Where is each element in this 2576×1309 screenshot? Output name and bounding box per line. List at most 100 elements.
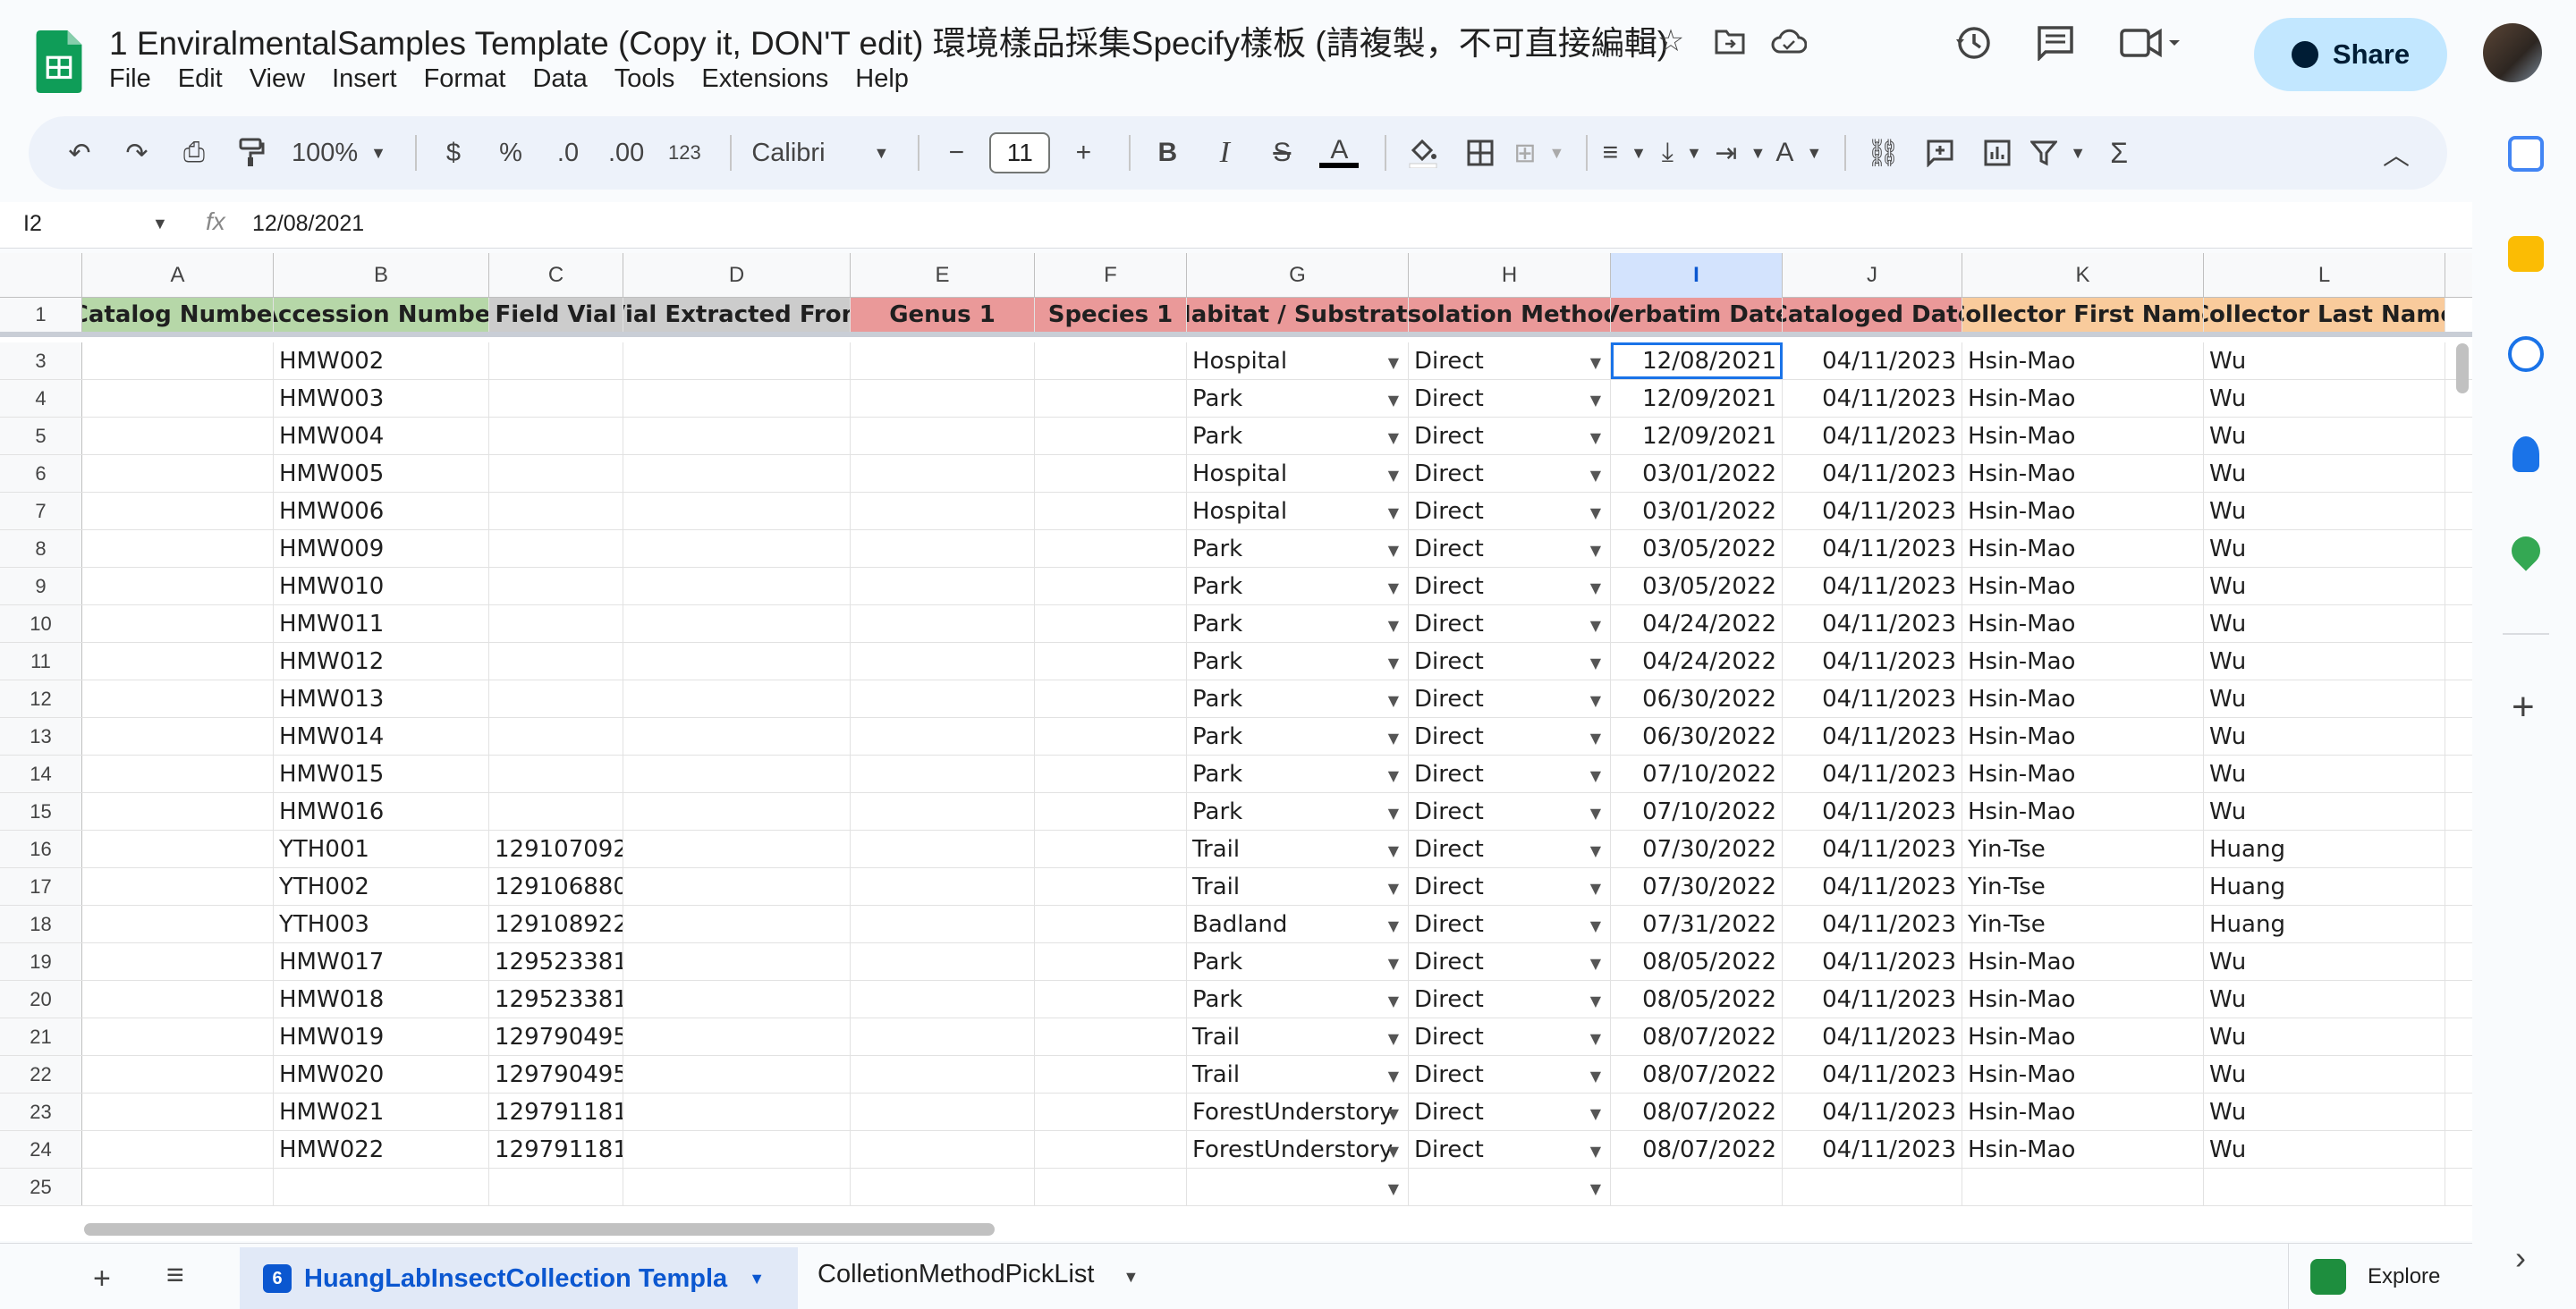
cell-e[interactable] [851,455,1035,492]
dropdown-chip-icon[interactable]: ▼ [1590,467,1601,484]
cell-k[interactable]: Hsin-Mao [1962,793,2204,830]
cell-i[interactable]: 07/30/2022 [1611,868,1783,905]
dropdown-chip-icon[interactable]: ▼ [1590,1180,1601,1197]
cell-g[interactable]: ForestUnderstory ▼ [1187,1131,1409,1168]
cell-c[interactable] [489,756,623,792]
cell-l[interactable]: Wu [2204,1018,2445,1055]
cell-g[interactable]: Park ▼ [1187,718,1409,755]
cell-a[interactable] [82,380,274,417]
cell-c[interactable]: 129523381 [489,981,623,1018]
cell-g[interactable]: Park ▼ [1187,418,1409,454]
all-sheets-button[interactable]: ≡ [166,1258,184,1293]
cell-c[interactable] [489,493,623,529]
header-cell[interactable]: Isolation Method [1409,298,1611,332]
cell-c[interactable] [489,605,623,642]
cell-c[interactable] [489,530,623,567]
cell-i[interactable]: 03/01/2022 [1611,455,1783,492]
menu-data[interactable]: Data [532,64,599,94]
cell-c[interactable] [489,455,623,492]
dropdown-chip-icon[interactable]: ▼ [1590,617,1601,634]
dropdown-chip-icon[interactable]: ▼ [1388,767,1399,784]
cell-k[interactable]: Yin-Tse [1962,906,2204,942]
cell-h[interactable]: Direct ▼ [1409,568,1611,604]
decrease-decimal-button[interactable]: .0 [544,129,592,177]
cell-h[interactable]: Direct ▼ [1409,868,1611,905]
cell-e[interactable] [851,605,1035,642]
add-sheet-button[interactable]: + [93,1262,111,1296]
cell-i[interactable]: 07/31/2022 [1611,906,1783,942]
cell-a[interactable] [82,1131,274,1168]
cell-c[interactable]: 129791181 [489,1094,623,1130]
cell-f[interactable] [1035,643,1187,680]
dropdown-chip-icon[interactable]: ▼ [1388,579,1399,596]
cell-i[interactable]: 06/30/2022 [1611,680,1783,717]
cell-a[interactable] [82,868,274,905]
column-header-k[interactable]: K [1962,253,2204,298]
cell-f[interactable] [1035,605,1187,642]
cell-l[interactable]: Wu [2204,793,2445,830]
cell-h[interactable]: Direct ▼ [1409,493,1611,529]
cell-e[interactable] [851,1056,1035,1093]
insert-comment-icon[interactable] [1916,129,1964,177]
cell-l[interactable]: Wu [2204,680,2445,717]
cell-f[interactable] [1035,906,1187,942]
cell-g[interactable]: Park ▼ [1187,530,1409,567]
share-button[interactable]: Share [2254,18,2447,91]
contacts-icon[interactable] [2512,436,2539,472]
cell-f[interactable] [1035,1169,1187,1205]
percent-format-button[interactable]: % [487,129,535,177]
cell-i[interactable]: 08/07/2022 [1611,1131,1783,1168]
cell-c[interactable] [489,380,623,417]
cell-j[interactable] [1783,1169,1962,1205]
cell-g[interactable]: Trail ▼ [1187,868,1409,905]
column-header-i[interactable]: I [1611,253,1783,298]
row-number[interactable]: 20 [0,981,82,1018]
collapse-toolbar-icon[interactable]: ︿ [2372,129,2420,177]
cell-g[interactable]: Trail ▼ [1187,1018,1409,1055]
cell-b[interactable]: YTH003 [274,906,489,942]
menu-insert[interactable]: Insert [332,64,410,94]
cell-d[interactable] [623,868,851,905]
cell-h[interactable]: Direct ▼ [1409,1094,1611,1130]
cell-c[interactable]: 129106880 [489,868,623,905]
row-number[interactable]: 19 [0,943,82,980]
cell-i[interactable]: 04/24/2022 [1611,605,1783,642]
horizontal-align-icon[interactable]: ≡ ▼ [1600,129,1648,177]
cell-a[interactable] [82,718,274,755]
cell-c[interactable]: 129790495 [489,1018,623,1055]
cell-j[interactable]: 04/11/2023 [1783,493,1962,529]
cell-h[interactable]: Direct ▼ [1409,1018,1611,1055]
row-number[interactable]: 16 [0,831,82,867]
bold-button[interactable]: B [1143,129,1191,177]
cell-d[interactable] [623,643,851,680]
cell-h[interactable]: Direct ▼ [1409,455,1611,492]
cell-h[interactable]: Direct ▼ [1409,418,1611,454]
cell-g[interactable]: Park ▼ [1187,568,1409,604]
cell-f[interactable] [1035,718,1187,755]
cell-b[interactable]: YTH002 [274,868,489,905]
cell-k[interactable]: Hsin-Mao [1962,1018,2204,1055]
font-select[interactable]: Calibri ▼ [744,129,896,177]
cell-d[interactable] [623,680,851,717]
dropdown-chip-icon[interactable]: ▼ [1590,1068,1601,1085]
column-header-h[interactable]: H [1409,253,1611,298]
column-header-e[interactable]: E [851,253,1035,298]
column-header-a[interactable]: A [82,253,274,298]
row-number[interactable]: 25 [0,1169,82,1205]
add-ons-icon[interactable]: + [2512,685,2535,730]
cell-k[interactable]: Hsin-Mao [1962,342,2204,379]
cell-g[interactable]: Park ▼ [1187,793,1409,830]
strikethrough-button[interactable]: S [1258,129,1306,177]
cell-h[interactable]: Direct ▼ [1409,530,1611,567]
cell-l[interactable]: Wu [2204,530,2445,567]
cell-l[interactable]: Wu [2204,1094,2445,1130]
cell-i[interactable]: 08/07/2022 [1611,1056,1783,1093]
cell-c[interactable]: 129523381 [489,943,623,980]
header-cell[interactable]: Accession Number [274,298,489,332]
cell-i[interactable]: 12/08/2021 [1611,342,1783,379]
cell-c[interactable] [489,643,623,680]
cell-g[interactable]: ▼ [1187,1169,1409,1205]
cell-k[interactable]: Hsin-Mao [1962,605,2204,642]
cell-c[interactable]: 129108922 [489,906,623,942]
cell-l[interactable]: Wu [2204,1056,2445,1093]
